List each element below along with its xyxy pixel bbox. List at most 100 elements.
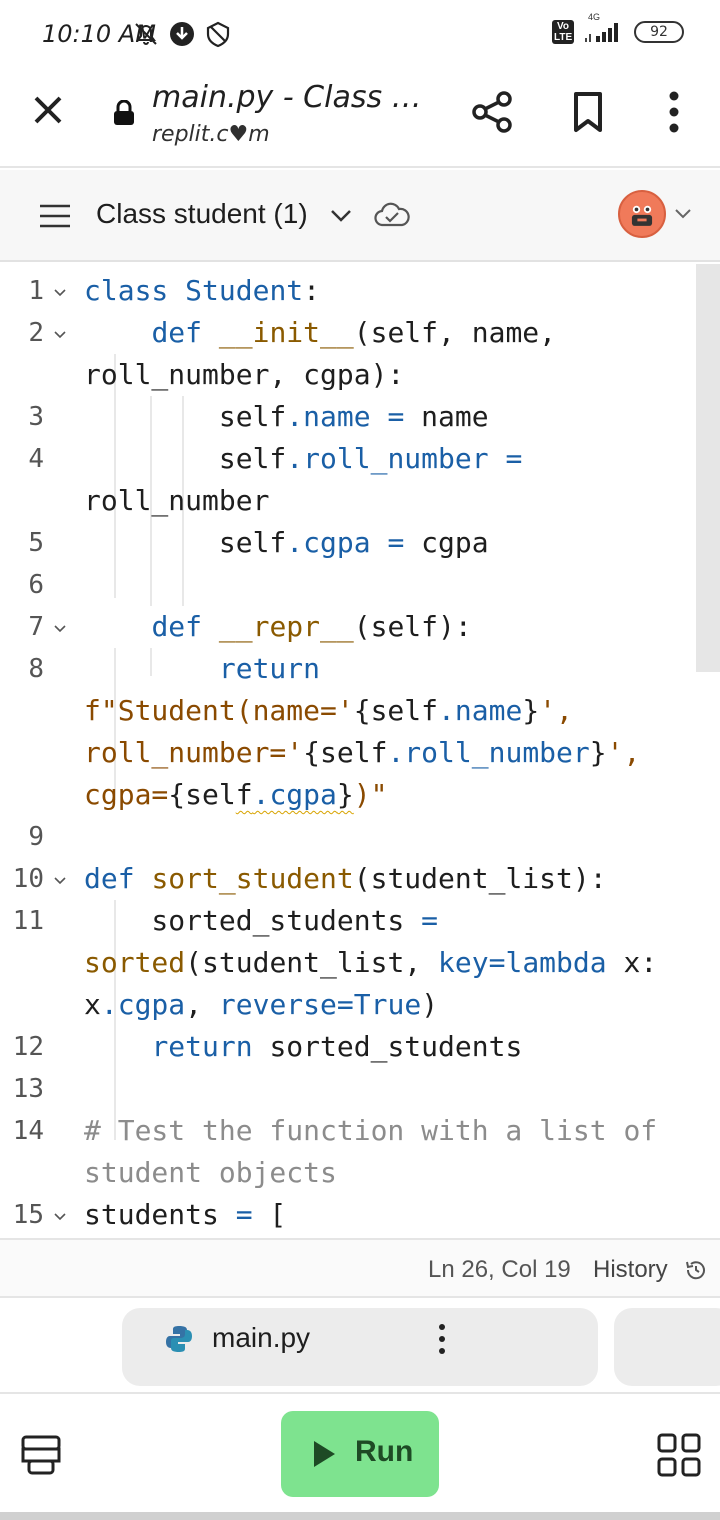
code-token: {sel	[168, 778, 236, 811]
code-text: f"Student(name='{self.name}',	[84, 690, 573, 732]
code-line[interactable]: 4 self.roll_number =	[0, 438, 700, 480]
code-token: students	[84, 1198, 236, 1231]
code-token: ',	[539, 694, 573, 727]
user-avatar[interactable]	[618, 190, 666, 238]
code-text: students = [	[84, 1194, 286, 1236]
layout-toggle-button[interactable]	[20, 1434, 62, 1476]
line-number: 9	[28, 822, 44, 852]
code-token: student objects	[84, 1156, 337, 1189]
cloud-check-icon	[374, 202, 410, 227]
code-token: {self	[303, 736, 388, 769]
code-line[interactable]: sorted(student_list, key=lambda x:	[0, 942, 700, 984]
battery-indicator: 92	[634, 21, 684, 43]
saved-status-button[interactable]	[374, 200, 410, 230]
share-button[interactable]	[470, 90, 514, 134]
browser-menu-button[interactable]	[656, 88, 692, 136]
code-line[interactable]: 6	[0, 564, 700, 606]
code-line[interactable]: f"Student(name='{self.name}',	[0, 690, 700, 732]
code-line[interactable]: roll_number='{self.roll_number}',	[0, 732, 700, 774]
network-type-label: 4G	[588, 12, 601, 22]
code-line[interactable]: roll_number, cgpa):	[0, 354, 700, 396]
layout-icon	[21, 1435, 61, 1475]
file-tabs-bar: main.py	[0, 1300, 720, 1394]
shield-off-icon	[204, 20, 232, 48]
run-label: Run	[355, 1435, 414, 1468]
code-token: (self):	[353, 610, 472, 643]
code-token: class	[84, 274, 169, 307]
fold-chevron-icon[interactable]	[52, 270, 68, 316]
code-text: return	[84, 648, 320, 690]
line-number: 7	[28, 612, 44, 642]
code-line[interactable]: 11 sorted_students =	[0, 900, 700, 942]
code-token: =	[505, 442, 523, 475]
repl-title-dropdown[interactable]	[328, 202, 354, 228]
code-line[interactable]: 14 # Test the function with a list of	[0, 1110, 700, 1152]
code-line[interactable]: 7 def __repr__(self):	[0, 606, 700, 648]
lock-icon[interactable]	[112, 99, 136, 126]
cursor-position[interactable]: Ln 26, Col 19	[428, 1256, 571, 1284]
code-editor[interactable]: 1 class Student: 2 def __init__(self, name…	[0, 264, 720, 1238]
code-text: x.cgpa, reverse=True)	[84, 984, 438, 1026]
code-line[interactable]: roll_number	[0, 480, 700, 522]
code-line[interactable]: x.cgpa, reverse=True)	[0, 984, 700, 1026]
code-line[interactable]: 9	[0, 816, 700, 858]
tools-grid-button[interactable]	[656, 1432, 702, 1478]
code-line[interactable]: 15 students = [	[0, 1194, 700, 1236]
file-tab-menu-button[interactable]	[436, 1322, 448, 1356]
history-icon[interactable]	[684, 1258, 708, 1282]
fold-chevron-icon[interactable]	[52, 1194, 68, 1238]
code-line[interactable]: cgpa={self.cgpa})"	[0, 774, 700, 816]
status-system-icons: Vo LTE 4G 92	[552, 12, 684, 44]
file-tab-label[interactable]: main.py	[212, 1322, 310, 1354]
bookmark-button[interactable]	[568, 90, 608, 134]
bookmark-icon	[574, 92, 602, 132]
line-number: 1	[28, 276, 44, 306]
code-token: self	[84, 400, 287, 433]
code-line[interactable]: student objects	[0, 1152, 700, 1194]
code-token: (self, name,	[353, 316, 557, 349]
code-token: ',	[606, 736, 641, 769]
line-number: 8	[28, 654, 44, 684]
history-button[interactable]: History	[593, 1256, 668, 1284]
code-line[interactable]: 13	[0, 1068, 700, 1110]
code-text: def __init__(self, name,	[84, 312, 556, 354]
page-host[interactable]: replit.c♥m	[152, 122, 270, 147]
close-tab-button[interactable]	[28, 90, 68, 130]
run-button[interactable]: Run	[281, 1411, 439, 1497]
python-icon	[164, 1324, 194, 1354]
code-line[interactable]: 1 class Student:	[0, 270, 700, 312]
fold-chevron-icon[interactable]	[52, 858, 68, 904]
line-number: 13	[12, 1074, 44, 1104]
vpn-download-icon	[168, 20, 196, 48]
code-token: .cgpa	[100, 988, 186, 1021]
code-token: def	[151, 610, 203, 643]
code-token: =	[387, 400, 405, 433]
account-menu-dropdown[interactable]	[672, 202, 694, 224]
line-number: 10	[12, 864, 44, 894]
code-token: =	[387, 526, 405, 559]
repl-title[interactable]: Class student (1)	[96, 198, 308, 230]
fold-chevron-icon[interactable]	[52, 312, 68, 358]
file-tab-next[interactable]	[614, 1308, 720, 1386]
code-text: self.cgpa = cgpa	[84, 522, 489, 564]
code-line[interactable]: 5 self.cgpa = cgpa	[0, 522, 700, 564]
menu-button[interactable]	[38, 202, 72, 230]
code-line[interactable]: 3 self.name = name	[0, 396, 700, 438]
code-token: roll_number	[84, 484, 270, 517]
code-token: sorted_students	[84, 904, 422, 937]
code-line[interactable]: 2 def __init__(self, name,	[0, 312, 700, 354]
code-token: =	[488, 946, 506, 979]
fold-chevron-icon[interactable]	[52, 606, 68, 652]
code-line[interactable]: 8 return	[0, 648, 700, 690]
code-token: return	[151, 1030, 253, 1063]
code-line[interactable]: 10 def sort_student(student_list):	[0, 858, 700, 900]
code-token: ,	[185, 988, 219, 1021]
code-token: .cgpa	[252, 778, 337, 811]
page-title[interactable]: main.py - Class st...	[152, 80, 432, 115]
code-token: sort_student	[151, 862, 354, 895]
line-number: 15	[12, 1200, 44, 1230]
code-line[interactable]: 12 return sorted_students	[0, 1026, 700, 1068]
code-token: }	[522, 694, 540, 727]
